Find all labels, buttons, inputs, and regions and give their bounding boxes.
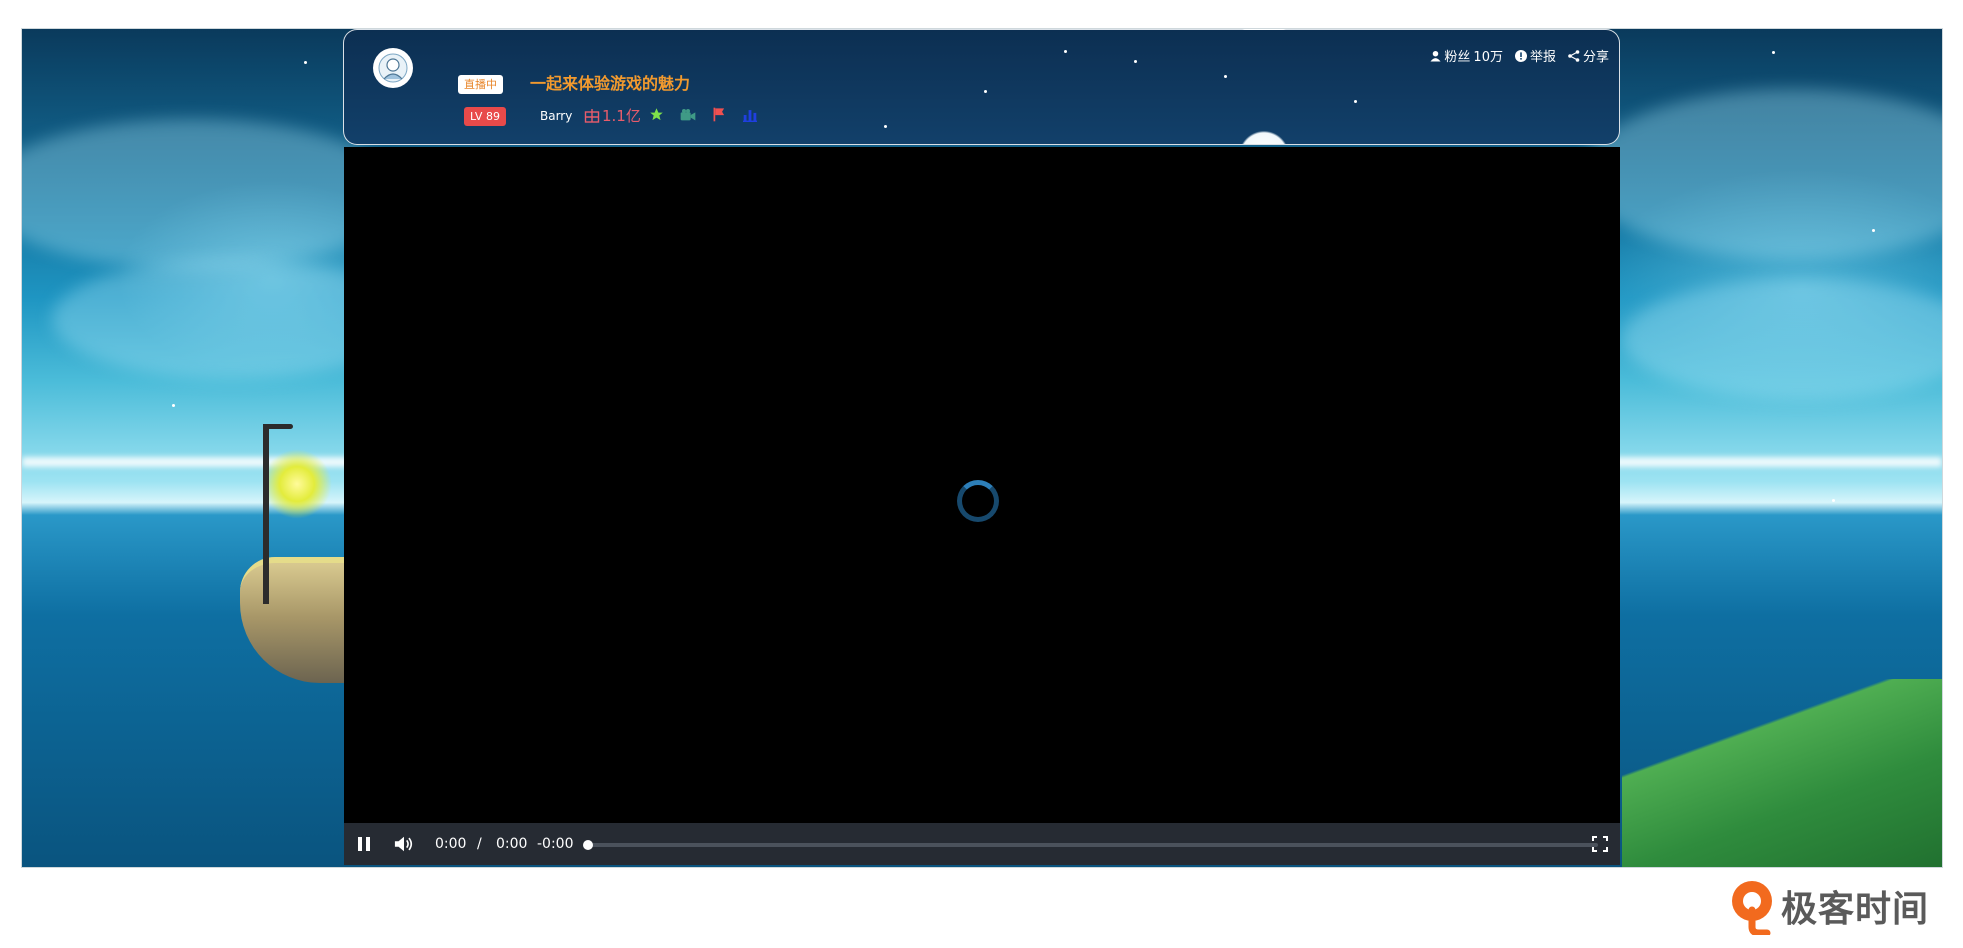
flag-icon[interactable] — [710, 106, 727, 123]
fans-value: 10万 — [1473, 50, 1503, 65]
user-icon — [1430, 50, 1441, 61]
popularity-count: 1.1亿 — [584, 105, 641, 126]
lantern-pole — [263, 424, 269, 604]
volume-icon — [394, 836, 413, 852]
cloud — [1582, 89, 1942, 259]
star — [1872, 229, 1875, 232]
boat — [240, 557, 360, 683]
stream-info-header: 直播中 一起来体验游戏的魅力 LV 89 Barry 1.1亿 粉丝 10万 举… — [343, 29, 1620, 145]
star — [1354, 100, 1357, 103]
star — [1832, 499, 1835, 502]
seek-bar[interactable] — [583, 840, 1598, 850]
status-icon-row — [648, 106, 758, 123]
duration: 0:00 — [496, 836, 528, 852]
report-button[interactable]: 举报 — [1514, 46, 1556, 65]
avatar-illustration-icon — [378, 53, 408, 83]
chart-icon[interactable] — [741, 106, 758, 123]
cloud — [1622, 279, 1942, 399]
fullscreen-button[interactable] — [1590, 834, 1610, 854]
loading-spinner-icon — [957, 480, 999, 522]
streamer-name[interactable]: Barry — [540, 109, 572, 123]
star — [1772, 51, 1775, 54]
popularity-value: 1.1亿 — [602, 107, 641, 125]
star — [304, 61, 307, 64]
fans-count-button[interactable]: 粉丝 10万 — [1430, 46, 1503, 65]
alert-icon — [1514, 49, 1527, 62]
level-badge: LV 89 — [464, 107, 506, 126]
stream-title: 一起来体验游戏的魅力 — [530, 74, 691, 93]
live-status-badge: 直播中 — [458, 75, 503, 94]
lantern-glow — [262, 449, 332, 519]
streamer-avatar[interactable] — [373, 48, 413, 88]
brand-name: 极客时间 — [1781, 889, 1930, 930]
fullscreen-icon — [1592, 836, 1608, 852]
video-player[interactable]: 0:00 / 0:00 -0:00 — [344, 147, 1620, 865]
pause-button[interactable] — [354, 834, 374, 854]
brand-watermark: 极客时间 — [1729, 879, 1930, 937]
current-time: 0:00 — [435, 836, 467, 852]
star — [172, 404, 175, 407]
mute-button[interactable] — [394, 834, 414, 854]
star — [1134, 60, 1137, 63]
star — [884, 125, 887, 128]
pause-icon — [358, 837, 370, 851]
fans-label: 粉丝 — [1444, 50, 1471, 65]
star — [1224, 75, 1227, 78]
share-icon — [1568, 49, 1580, 62]
brand-logo-icon — [1729, 879, 1775, 937]
share-label: 分享 — [1582, 50, 1609, 65]
remaining-time: -0:00 — [537, 836, 574, 852]
star — [1064, 50, 1067, 53]
grass-hill — [1622, 679, 1942, 867]
player-control-bar: 0:00 / 0:00 -0:00 — [344, 823, 1620, 865]
lantern-arm — [263, 424, 293, 429]
star-icon[interactable] — [648, 106, 665, 123]
report-label: 举报 — [1529, 50, 1556, 65]
popularity-icon — [584, 108, 600, 123]
seek-handle[interactable] — [583, 840, 593, 850]
camera-icon[interactable] — [679, 106, 696, 123]
share-button[interactable]: 分享 — [1568, 46, 1609, 65]
header-actions: 粉丝 10万 举报 分享 — [1430, 46, 1609, 65]
time-separator: / — [477, 836, 482, 852]
star — [984, 90, 987, 93]
